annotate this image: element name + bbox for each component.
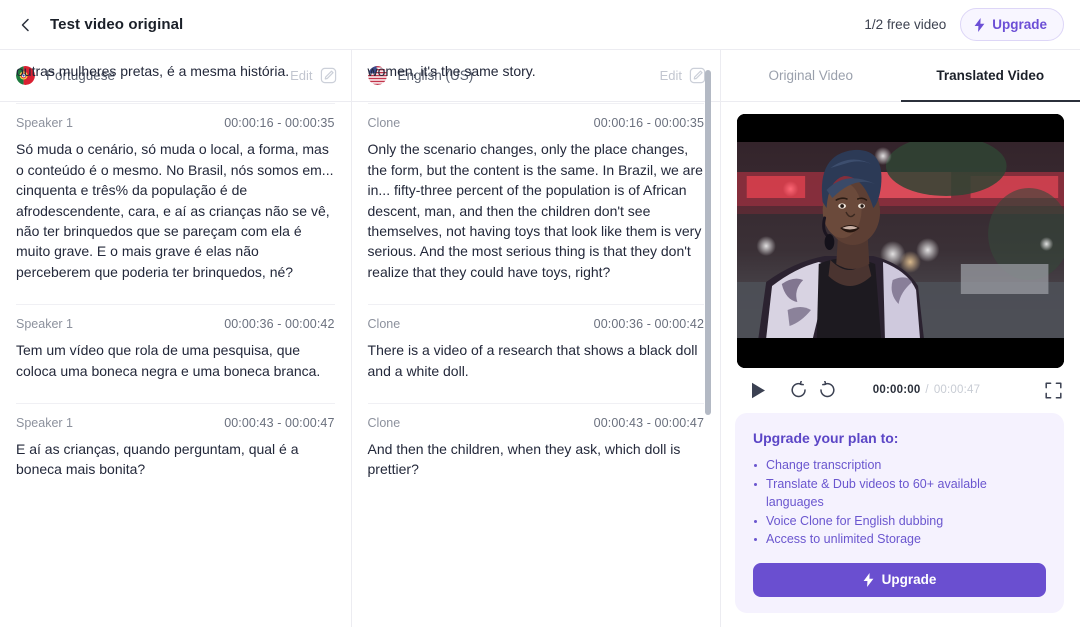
- segment-speaker: Speaker 1: [16, 317, 73, 332]
- upgrade-card-title: Upgrade your plan to:: [753, 430, 899, 446]
- benefit-item: Access to unlimited Storage: [753, 530, 1046, 549]
- segment-text[interactable]: E aí as crianças, quando perguntam, qual…: [16, 439, 335, 480]
- benefit-item: Translate & Dub videos to 60+ available …: [753, 475, 1046, 512]
- segment-speaker: Clone: [367, 116, 401, 131]
- rewind-button[interactable]: [790, 381, 808, 399]
- segment-times: 00:00:43 - 00:00:47: [593, 416, 704, 431]
- video-player[interactable]: [737, 114, 1064, 368]
- bolt-icon: [863, 572, 874, 587]
- page-title: Test video original: [50, 16, 184, 33]
- upgrade-cta-button[interactable]: Upgrade: [753, 562, 1046, 597]
- segment-meta: Clone 00:00:16 - 00:00:35: [368, 116, 704, 130]
- time-display: 00:00:00 / 00:00:47: [873, 384, 980, 396]
- segment-text[interactable]: There is a video of a research that show…: [368, 340, 704, 381]
- benefit-item: Change transcription: [753, 456, 1046, 475]
- player-controls: 00:00:00 / 00:00:47: [721, 368, 1080, 413]
- upgrade-benefits-list: Change transcription Translate & Dub vid…: [753, 456, 1046, 549]
- chevron-left-icon: [21, 18, 29, 31]
- segment-meta: Speaker 1 00:00:36 - 00:00:42: [16, 317, 335, 331]
- benefit-item: Voice Clone for English dubbing: [753, 512, 1046, 531]
- current-time: 00:00:00: [872, 384, 921, 396]
- segment-times: 00:00:36 - 00:00:42: [593, 317, 704, 332]
- target-transcript-scroll[interactable]: women, it's the same story. Clone 00:00:…: [352, 40, 720, 565]
- segment-text[interactable]: women, it's the same story.: [368, 61, 704, 81]
- video-tabs: Original Video Translated Video: [721, 50, 1080, 102]
- segment-text[interactable]: outras mulheres pretas, é a mesma histór…: [16, 61, 335, 81]
- transcript-segment[interactable]: outras mulheres pretas, é a mesma histór…: [16, 40, 335, 105]
- fullscreen-icon: [1045, 381, 1062, 399]
- segment-text[interactable]: And then the children, when they ask, wh…: [368, 439, 704, 480]
- transcript-segment[interactable]: women, it's the same story.: [367, 40, 704, 105]
- transcript-column-source: Portuguese Edit outras mulheres pretas, …: [0, 50, 352, 627]
- segment-text[interactable]: Only the scenario changes, only the plac…: [368, 139, 704, 282]
- segment-speaker: Clone: [367, 317, 401, 332]
- transcript-segment[interactable]: Clone 00:00:16 - 00:00:35 Only the scena…: [367, 104, 704, 306]
- forward-10-icon: [820, 381, 835, 398]
- transcript-column-target: English (US) Edit women, it's the same s…: [351, 50, 720, 627]
- upgrade-card: Upgrade your plan to: Change transcripti…: [735, 413, 1064, 613]
- segment-times: 00:00:16 - 00:00:35: [224, 116, 335, 131]
- segment-meta: Speaker 1 00:00:43 - 00:00:47: [16, 416, 335, 430]
- top-bar-actions: 1/2 free video Upgrade: [864, 8, 1064, 41]
- transcript-segment[interactable]: Speaker 1 00:00:16 - 00:00:35 Só muda o …: [16, 104, 335, 306]
- time-separator: /: [925, 384, 929, 396]
- video-frame: [737, 114, 1064, 368]
- transcript-segment[interactable]: Speaker 1 00:00:36 - 00:00:42 Tem um víd…: [16, 305, 335, 405]
- segment-text[interactable]: Só muda o cenário, só muda o local, a fo…: [16, 139, 335, 282]
- transcript-segment[interactable]: Clone 00:00:36 - 00:00:42 There is a vid…: [367, 305, 704, 405]
- upgrade-cta-label: Upgrade: [881, 572, 937, 588]
- video-container: [721, 102, 1080, 368]
- forward-button[interactable]: [818, 381, 836, 399]
- transcript-segment[interactable]: Speaker 1 00:00:43 - 00:00:47 E aí as cr…: [16, 404, 335, 502]
- fullscreen-button[interactable]: [1045, 381, 1062, 399]
- rewind-10-icon: [791, 381, 806, 398]
- segment-times: 00:00:36 - 00:00:42: [224, 317, 335, 332]
- total-time: 00:00:47: [933, 384, 981, 396]
- tab-original-video-label: Original Video: [768, 68, 854, 83]
- main-body: Portuguese Edit outras mulheres pretas, …: [0, 50, 1080, 627]
- segment-speaker: Speaker 1: [16, 416, 73, 431]
- segment-times: 00:00:43 - 00:00:47: [224, 416, 335, 431]
- transcript-scrollbar[interactable]: [705, 70, 711, 415]
- segment-meta: Speaker 1 00:00:16 - 00:00:35: [16, 116, 335, 130]
- back-button[interactable]: [12, 11, 40, 39]
- play-icon: [752, 382, 765, 398]
- transcript-segment[interactable]: Clone 00:00:43 - 00:00:47 And then the c…: [368, 404, 704, 502]
- upgrade-button-label: Upgrade: [992, 17, 1047, 32]
- segment-times: 00:00:16 - 00:00:35: [593, 116, 704, 131]
- segment-speaker: Speaker 1: [16, 116, 73, 131]
- segment-speaker: Clone: [367, 416, 401, 431]
- upgrade-button[interactable]: Upgrade: [960, 8, 1064, 41]
- segment-meta: Clone 00:00:43 - 00:00:47: [368, 416, 704, 430]
- tab-translated-video[interactable]: Translated Video: [900, 50, 1080, 102]
- bolt-icon: [974, 17, 985, 32]
- transcripts-area: Portuguese Edit outras mulheres pretas, …: [0, 50, 721, 627]
- tab-original-video[interactable]: Original Video: [721, 50, 901, 101]
- play-button[interactable]: [751, 382, 766, 399]
- tab-translated-video-label: Translated Video: [936, 68, 1045, 83]
- source-transcript-scroll[interactable]: outras mulheres pretas, é a mesma histór…: [0, 40, 351, 565]
- video-panel: Original Video Translated Video 00:00:00…: [721, 50, 1080, 627]
- segment-text[interactable]: Tem um vídeo que rola de uma pesquisa, q…: [16, 340, 335, 381]
- segment-meta: Clone 00:00:36 - 00:00:42: [368, 317, 704, 331]
- free-video-counter: 1/2 free video: [864, 17, 947, 32]
